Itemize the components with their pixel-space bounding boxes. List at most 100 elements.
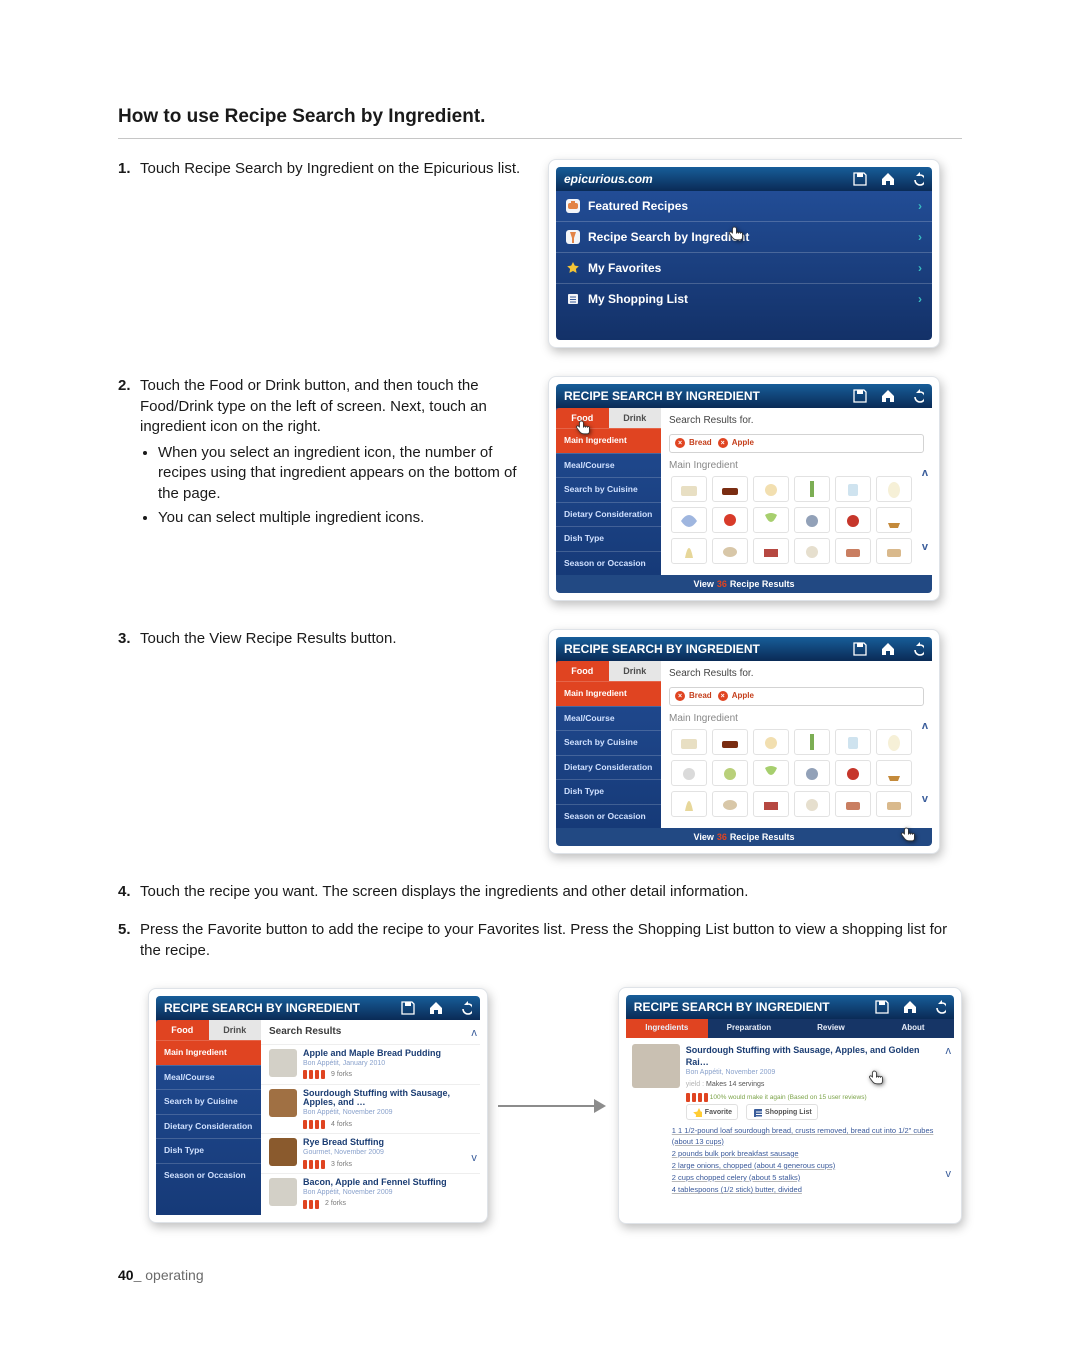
tab-preparation[interactable]: Preparation [708,1019,790,1038]
chip[interactable]: ×Apple [718,691,754,702]
tab-food[interactable]: Food [556,661,609,681]
ingredient-tile[interactable] [671,729,707,755]
ingredient-tile[interactable] [794,791,830,817]
chevron-up-icon[interactable]: ʌ [922,466,928,481]
sidebar-item[interactable]: Search by Cuisine [156,1089,261,1113]
ingredient-tile[interactable] [712,507,748,533]
tab-drink[interactable]: Drink [609,661,662,681]
save-icon[interactable] [852,641,868,657]
tab-drink[interactable]: Drink [609,408,662,428]
home-icon[interactable] [428,1000,444,1016]
sidebar-item[interactable]: Dish Type [556,779,661,803]
sidebar-item[interactable]: Search by Cuisine [556,730,661,754]
close-icon[interactable]: × [718,438,728,448]
ingredient-tile[interactable] [876,729,912,755]
ingredient-tile[interactable] [671,538,707,564]
ingredient-tile[interactable] [835,791,871,817]
view-results-button[interactable]: View 36 Recipe Results [556,828,932,846]
view-results-button[interactable]: View 36 Recipe Results [556,575,932,593]
ingredient-tile[interactable] [712,476,748,502]
save-icon[interactable] [400,1000,416,1016]
chevron-up-icon[interactable]: ʌ [922,719,928,734]
sidebar-item[interactable]: Dietary Consideration [556,755,661,779]
chevron-down-icon[interactable]: v [922,792,928,807]
sidebar-item[interactable]: Main Ingredient [556,681,661,705]
tab-drink[interactable]: Drink [209,1020,262,1040]
sidebar-item[interactable]: Meal/Course [556,706,661,730]
sidebar-item[interactable]: Meal/Course [156,1065,261,1089]
home-item-search[interactable]: Recipe Search by Ingredient › [556,221,932,252]
sidebar-item[interactable]: Dish Type [556,526,661,550]
tab-about[interactable]: About [872,1019,954,1038]
close-icon[interactable]: × [675,691,685,701]
chip[interactable]: ×Bread [675,691,712,702]
ingredient-tile[interactable] [835,476,871,502]
home-item-featured[interactable]: Featured Recipes › [556,191,932,221]
ingredient-tile[interactable] [876,538,912,564]
result-row[interactable]: Rye Bread Stuffing Gourmet, November 200… [261,1133,480,1173]
home-item-favorites[interactable]: My Favorites › [556,252,932,283]
chevron-down-icon[interactable]: v [922,540,928,555]
sidebar-item[interactable]: Main Ingredient [556,428,661,452]
ingredient-tile[interactable] [712,760,748,786]
back-icon[interactable] [908,388,924,404]
ingredient-tile[interactable] [753,538,789,564]
save-icon[interactable] [852,388,868,404]
ingredient-tile[interactable] [835,729,871,755]
tab-food[interactable]: Food [156,1020,209,1040]
ingredient-tile[interactable] [671,760,707,786]
chevron-down-icon[interactable]: v [471,1151,477,1166]
tab-review[interactable]: Review [790,1019,872,1038]
ingredient-tile[interactable] [753,760,789,786]
home-icon[interactable] [880,641,896,657]
ingredient-tile[interactable] [753,507,789,533]
back-icon[interactable] [456,1000,472,1016]
ingredient-tile[interactable] [794,476,830,502]
home-item-shopping[interactable]: My Shopping List › [556,283,932,314]
sidebar-item[interactable]: Dish Type [156,1138,261,1162]
tab-food[interactable]: Food [556,408,609,428]
ingredient-tile[interactable] [835,538,871,564]
ingredient-tile[interactable] [835,760,871,786]
ingredient-tile[interactable] [671,476,707,502]
ingredient-tile[interactable] [753,791,789,817]
save-icon[interactable] [852,171,868,187]
chevron-down-icon[interactable]: v [946,1167,952,1182]
home-icon[interactable] [902,999,918,1015]
ingredient-tile[interactable] [794,538,830,564]
save-icon[interactable] [874,999,890,1015]
result-row[interactable]: Sourdough Stuffing with Sausage, Apples,… [261,1084,480,1134]
chevron-up-icon[interactable]: ʌ [946,1044,952,1059]
ingredient-tile[interactable] [876,760,912,786]
ingredient-tile[interactable] [876,476,912,502]
favorite-button[interactable]: Favorite [686,1104,738,1120]
ingredient-tile[interactable] [753,476,789,502]
back-icon[interactable] [908,171,924,187]
sidebar-item[interactable]: Season or Occasion [556,551,661,575]
result-row[interactable]: Bacon, Apple and Fennel Stuffing Bon App… [261,1173,480,1213]
ingredient-tile[interactable] [712,538,748,564]
sidebar-item[interactable]: Main Ingredient [156,1040,261,1064]
sidebar-item[interactable]: Search by Cuisine [556,477,661,501]
ingredient-tile[interactable] [876,791,912,817]
sidebar-item[interactable]: Dietary Consideration [156,1114,261,1138]
sidebar-item[interactable]: Season or Occasion [156,1163,261,1187]
sidebar-item[interactable]: Season or Occasion [556,804,661,828]
ingredient-tile[interactable] [794,729,830,755]
chip[interactable]: ×Apple [718,438,754,449]
sidebar-item[interactable]: Dietary Consideration [556,502,661,526]
back-icon[interactable] [930,999,946,1015]
tab-ingredients[interactable]: Ingredients [626,1019,708,1038]
back-icon[interactable] [908,641,924,657]
ingredient-tile[interactable] [835,507,871,533]
ingredient-tile[interactable] [671,791,707,817]
ingredient-tile[interactable] [712,791,748,817]
shopping-list-button[interactable]: Shopping List [746,1104,818,1120]
ingredient-tile[interactable] [712,729,748,755]
close-icon[interactable]: × [675,438,685,448]
ingredient-tile[interactable] [876,507,912,533]
result-row[interactable]: Apple and Maple Bread Pudding Bon Appéti… [261,1044,480,1084]
home-icon[interactable] [880,171,896,187]
close-icon[interactable]: × [718,691,728,701]
ingredient-tile[interactable] [753,729,789,755]
